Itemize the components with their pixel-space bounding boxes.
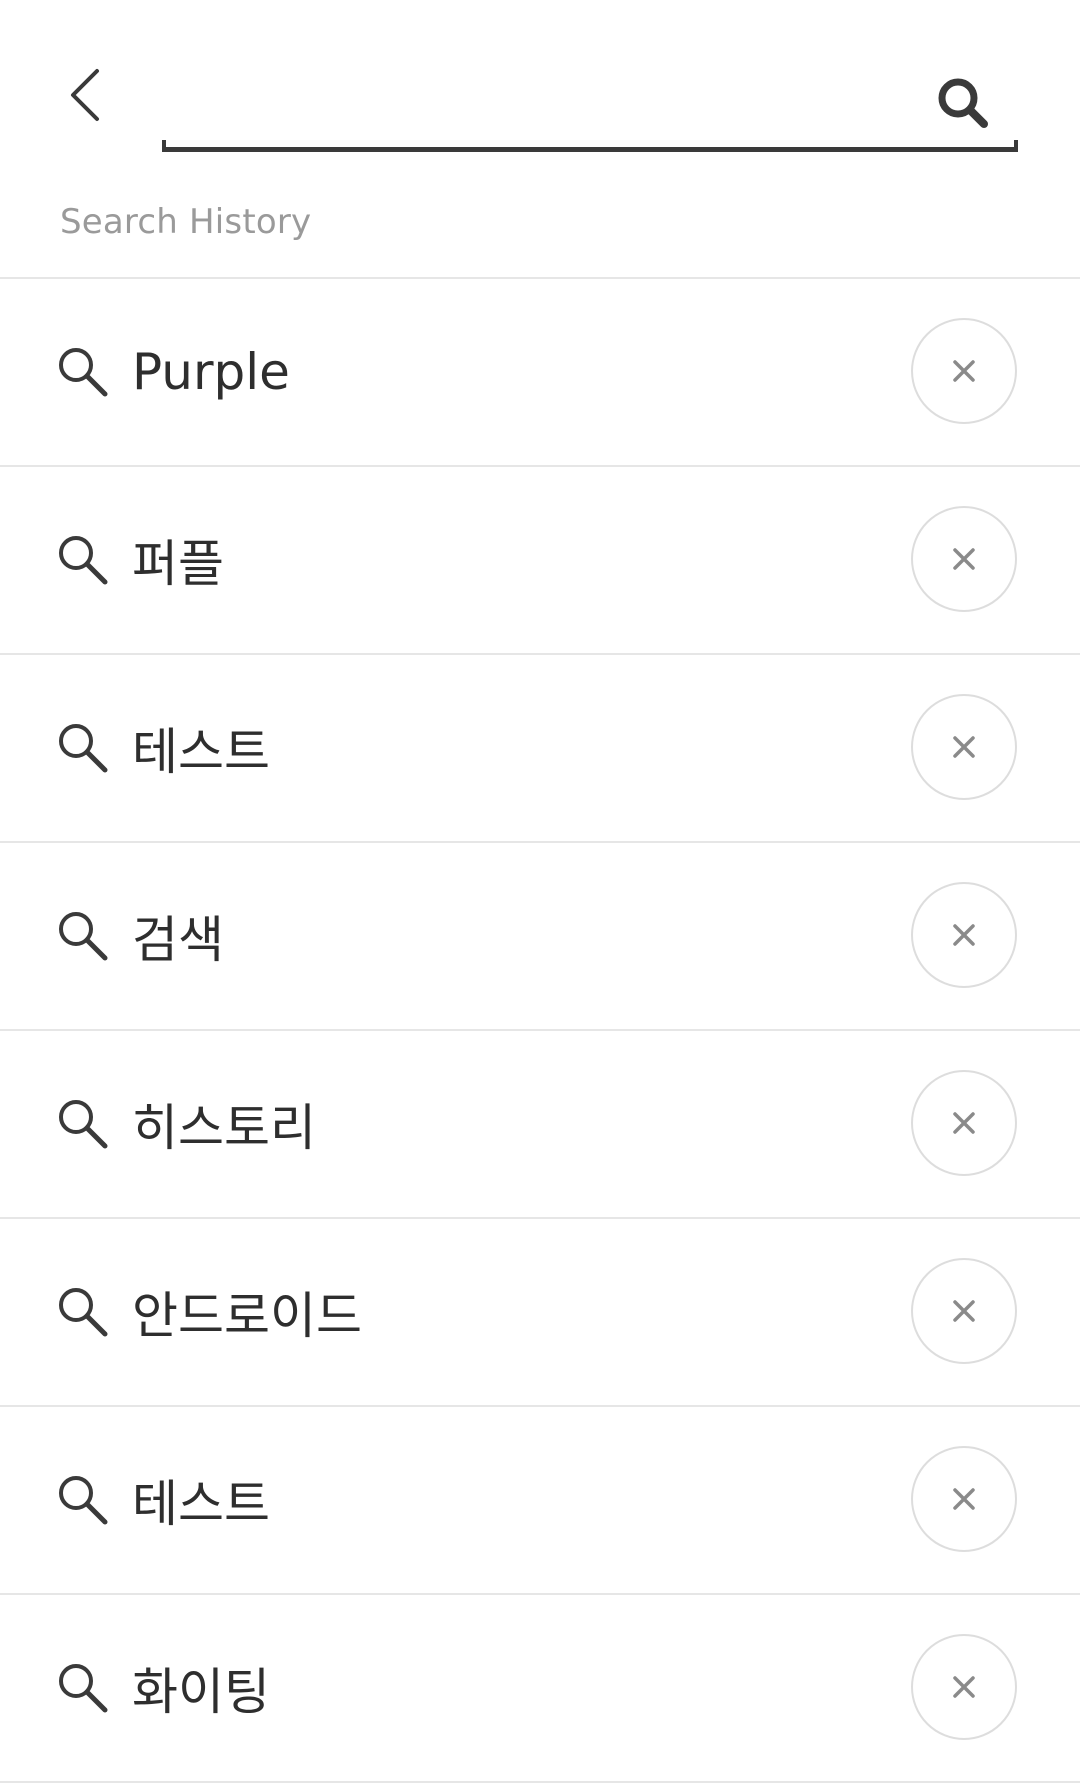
history-item[interactable]: 테스트	[0, 655, 1080, 843]
history-item[interactable]: 테스트	[0, 1407, 1080, 1595]
close-icon	[951, 1674, 977, 1700]
delete-history-button[interactable]	[911, 882, 1017, 988]
back-button[interactable]	[50, 60, 120, 130]
history-item[interactable]: 안드로이드	[0, 1219, 1080, 1407]
close-icon	[951, 546, 977, 572]
search-underline	[162, 140, 1018, 152]
delete-history-button[interactable]	[911, 694, 1017, 800]
chevron-left-icon	[71, 69, 99, 121]
history-item-text: 검색	[132, 911, 224, 969]
history-item[interactable]: 퍼플	[0, 467, 1080, 655]
history-item-text: 안드로이드	[132, 1287, 362, 1345]
close-icon	[951, 734, 977, 760]
close-icon	[951, 1298, 977, 1324]
history-item[interactable]: 히스토리	[0, 1031, 1080, 1219]
delete-history-button[interactable]	[911, 1258, 1017, 1364]
search-icon	[56, 533, 110, 587]
close-icon	[951, 1110, 977, 1136]
search-history-label: Search History	[60, 202, 312, 242]
search-button[interactable]	[920, 60, 1006, 146]
search-icon	[56, 1473, 110, 1527]
search-icon	[56, 909, 110, 963]
close-icon	[951, 1486, 977, 1512]
history-item-text: 화이팅	[132, 1663, 270, 1721]
history-item-text: 퍼플	[132, 535, 224, 593]
search-history-list: Purple 퍼플 테스트 검색 히스토리 안드로이드 테스트 화이팅	[0, 279, 1080, 1783]
search-icon	[56, 345, 110, 399]
search-icon	[56, 721, 110, 775]
search-icon	[938, 78, 988, 128]
history-item-text: 히스토리	[132, 1099, 316, 1157]
search-icon	[56, 1661, 110, 1715]
history-item[interactable]: Purple	[0, 279, 1080, 467]
delete-history-button[interactable]	[911, 1634, 1017, 1740]
delete-history-button[interactable]	[911, 1446, 1017, 1552]
search-screen: Search History Purple 퍼플 테스트 검색 히스토리 안드로이드 테스트…	[0, 0, 1080, 1786]
delete-history-button[interactable]	[911, 1070, 1017, 1176]
history-item-text: 테스트	[132, 1475, 270, 1533]
close-icon	[951, 922, 977, 948]
search-header	[0, 0, 1080, 160]
search-icon	[56, 1097, 110, 1151]
history-item-text: 테스트	[132, 723, 270, 781]
delete-history-button[interactable]	[911, 506, 1017, 612]
delete-history-button[interactable]	[911, 318, 1017, 424]
search-input[interactable]	[172, 72, 912, 136]
history-item-text: Purple	[132, 343, 290, 401]
search-icon	[56, 1285, 110, 1339]
history-item[interactable]: 검색	[0, 843, 1080, 1031]
search-box	[162, 54, 1018, 152]
history-item[interactable]: 화이팅	[0, 1595, 1080, 1783]
close-icon	[951, 358, 977, 384]
